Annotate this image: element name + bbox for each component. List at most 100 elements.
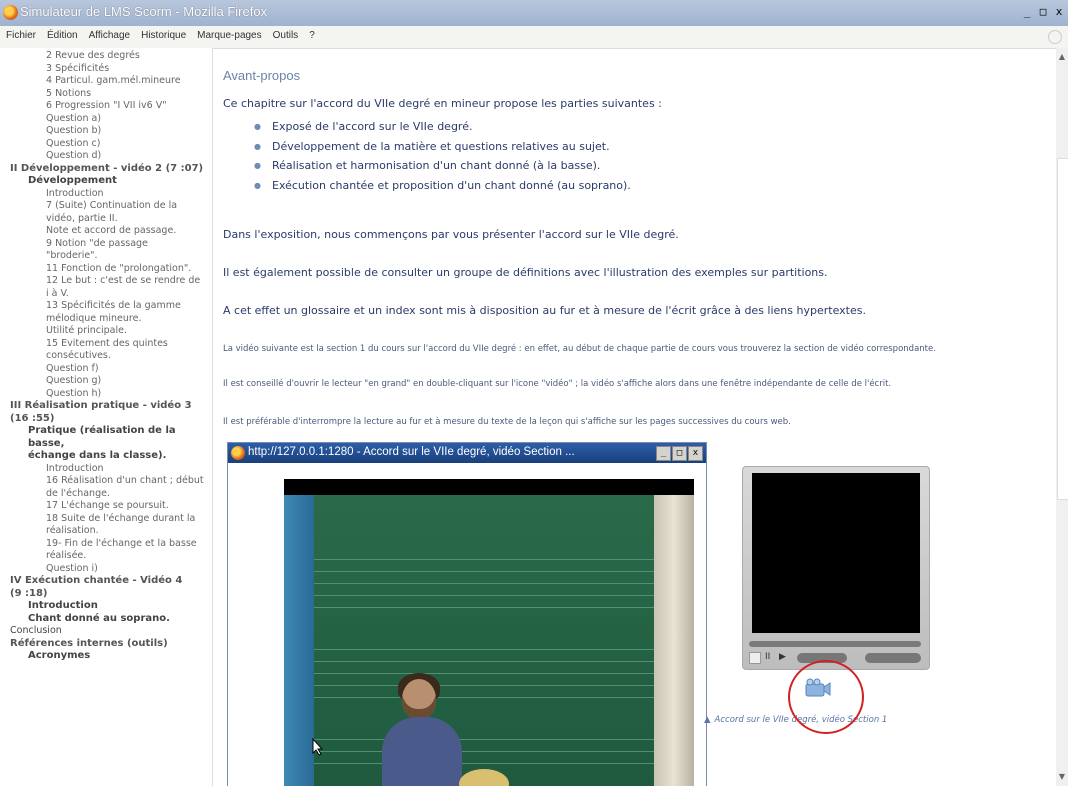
toc-item[interactable]: Question i): [0, 563, 212, 576]
toc-item[interactable]: 9 Notion "de passage: [0, 238, 212, 251]
staff-line: [284, 685, 694, 686]
toc-item[interactable]: 6 Progression "I VII iv6 V": [0, 100, 212, 113]
toc-item[interactable]: Question c): [0, 138, 212, 151]
scroll-down-icon[interactable]: ▼: [1058, 772, 1066, 782]
scrollbar-thumb[interactable]: [1057, 158, 1068, 500]
toc-item[interactable]: 5 Notions: [0, 88, 212, 101]
toc-item[interactable]: Note et accord de passage.: [0, 225, 212, 238]
menu-historique[interactable]: Historique: [141, 30, 186, 41]
pause-icon[interactable]: II: [765, 652, 770, 662]
toc-item[interactable]: 2 Revue des degrés: [0, 50, 212, 63]
menu-help[interactable]: ?: [309, 30, 315, 41]
toc-item[interactable]: 16 Réalisation d'un chant ; début: [0, 475, 212, 488]
popup-title: http://127.0.0.1:1280 - Accord sur le VI…: [248, 446, 575, 458]
toc-item[interactable]: IV Exécution chantée - Vidéo 4: [0, 575, 212, 588]
toc-item[interactable]: III Réalisation pratique - vidéo 3: [0, 400, 212, 413]
toc-list: 2 Revue des degrés 3 Spécificités 4 Partic…: [0, 48, 212, 663]
toc-item[interactable]: réalisation.: [0, 525, 212, 538]
close-button[interactable]: x: [1052, 5, 1066, 19]
toc-item[interactable]: 19- Fin de l'échange et la basse: [0, 538, 212, 551]
toc-item[interactable]: échange dans la classe).: [0, 450, 212, 463]
maximize-button[interactable]: □: [1036, 5, 1050, 19]
toc-item[interactable]: Question g): [0, 375, 212, 388]
toc-item[interactable]: consécutives.: [0, 350, 212, 363]
toc-item[interactable]: Question d): [0, 150, 212, 163]
toc-item[interactable]: Introduction: [0, 463, 212, 476]
list-item: Exposé de l'accord sur le VIIe degré.: [254, 117, 631, 137]
toc-item[interactable]: Utilité principale.: [0, 325, 212, 338]
throbber-icon: [1048, 30, 1062, 44]
staff-line: [284, 595, 694, 596]
vertical-scrollbar[interactable]: ▲ ▼: [1056, 48, 1068, 786]
toc-item[interactable]: 17 L'échange se poursuit.: [0, 500, 212, 513]
toc-item[interactable]: (16 :55): [0, 413, 212, 426]
fullscreen-button[interactable]: [865, 653, 921, 663]
toc-item[interactable]: Question f): [0, 363, 212, 376]
staff-line: [284, 661, 694, 662]
player-screen[interactable]: [752, 473, 920, 633]
minimize-button[interactable]: _: [1020, 5, 1034, 19]
toc-item[interactable]: (9 :18): [0, 588, 212, 601]
mouse-cursor-icon: [312, 738, 324, 756]
popup-maximize-button[interactable]: □: [672, 446, 687, 461]
toc-item[interactable]: "broderie".: [0, 250, 212, 263]
paragraph-player-tip: Il est conseillé d'ouvrir le lecteur "en…: [223, 379, 892, 389]
video-frame[interactable]: [284, 479, 694, 786]
menu-outils[interactable]: Outils: [273, 30, 299, 41]
popup-titlebar[interactable]: http://127.0.0.1:1280 - Accord sur le VI…: [228, 443, 706, 463]
staff-line: [284, 583, 694, 584]
main-content: Avant-propos Ce chapitre sur l'accord du…: [214, 48, 1052, 786]
firefox-icon: [231, 446, 245, 460]
toc-item[interactable]: Conclusion: [0, 625, 212, 638]
toc-item[interactable]: II Développement - vidéo 2 (7 :07): [0, 163, 212, 176]
highlight-circle: [788, 660, 864, 734]
staff-line: [284, 607, 694, 608]
toc-item[interactable]: réalisée.: [0, 550, 212, 563]
toc-item[interactable]: Développement: [0, 175, 212, 188]
list-item: Réalisation et harmonisation d'un chant …: [254, 156, 631, 176]
play-icon[interactable]: ▶: [779, 652, 786, 662]
toc-item[interactable]: 15 Evitement des quintes: [0, 338, 212, 351]
video-letterbox: [284, 479, 694, 495]
toc-item[interactable]: 12 Le but : c'est de se rendre de: [0, 275, 212, 288]
menu-fichier[interactable]: Fichier: [6, 30, 36, 41]
staff-line: [284, 763, 694, 764]
toc-item[interactable]: de l'échange.: [0, 488, 212, 501]
toc-item[interactable]: 18 Suite de l'échange durant la: [0, 513, 212, 526]
parts-list: Exposé de l'accord sur le VIIe degré. Dé…: [254, 117, 631, 195]
toc-item[interactable]: Références internes (outils): [0, 638, 212, 651]
stop-icon[interactable]: [749, 652, 761, 664]
scroll-up-icon[interactable]: ▲: [1058, 52, 1066, 62]
toc-item[interactable]: vidéo, partie II.: [0, 213, 212, 226]
toc-item[interactable]: 3 Spécificités: [0, 63, 212, 76]
menu-edition[interactable]: Édition: [47, 30, 78, 41]
toc-item[interactable]: Question h): [0, 388, 212, 401]
body: [382, 717, 462, 786]
staff-line: [284, 739, 694, 740]
popup-minimize-button[interactable]: _: [656, 446, 671, 461]
toc-item[interactable]: mélodique mineure.: [0, 313, 212, 326]
toc-item[interactable]: 11 Fonction de "prolongation".: [0, 263, 212, 276]
paragraph-glossaire: A cet effet un glossaire et un index son…: [223, 304, 866, 317]
toc-item[interactable]: 13 Spécificités de la gamme: [0, 300, 212, 313]
video-popup-window[interactable]: http://127.0.0.1:1280 - Accord sur le VI…: [227, 442, 707, 786]
seek-bar[interactable]: [749, 641, 921, 647]
toc-item[interactable]: Introduction: [0, 188, 212, 201]
staff-line: [284, 571, 694, 572]
menu-marque-pages[interactable]: Marque-pages: [197, 30, 261, 41]
toc-item[interactable]: Introduction: [0, 600, 212, 613]
menu-affichage[interactable]: Affichage: [89, 30, 131, 41]
toc-item[interactable]: Chant donné au soprano.: [0, 613, 212, 626]
toc-item[interactable]: Pratique (réalisation de la basse,: [0, 425, 212, 450]
toc-item[interactable]: Acronymes: [0, 650, 212, 663]
toc-item[interactable]: Question a): [0, 113, 212, 126]
toc-item[interactable]: i à V.: [0, 288, 212, 301]
toc-item[interactable]: Question b): [0, 125, 212, 138]
chalkboard-image: [284, 495, 694, 786]
toc-item[interactable]: 7 (Suite) Continuation de la: [0, 200, 212, 213]
video-player[interactable]: II ▶: [742, 466, 930, 670]
popup-close-button[interactable]: x: [688, 446, 703, 461]
teacher-figure: [382, 673, 462, 786]
wall-pillar: [284, 495, 314, 786]
toc-item[interactable]: 4 Particul. gam.mél.mineure: [0, 75, 212, 88]
